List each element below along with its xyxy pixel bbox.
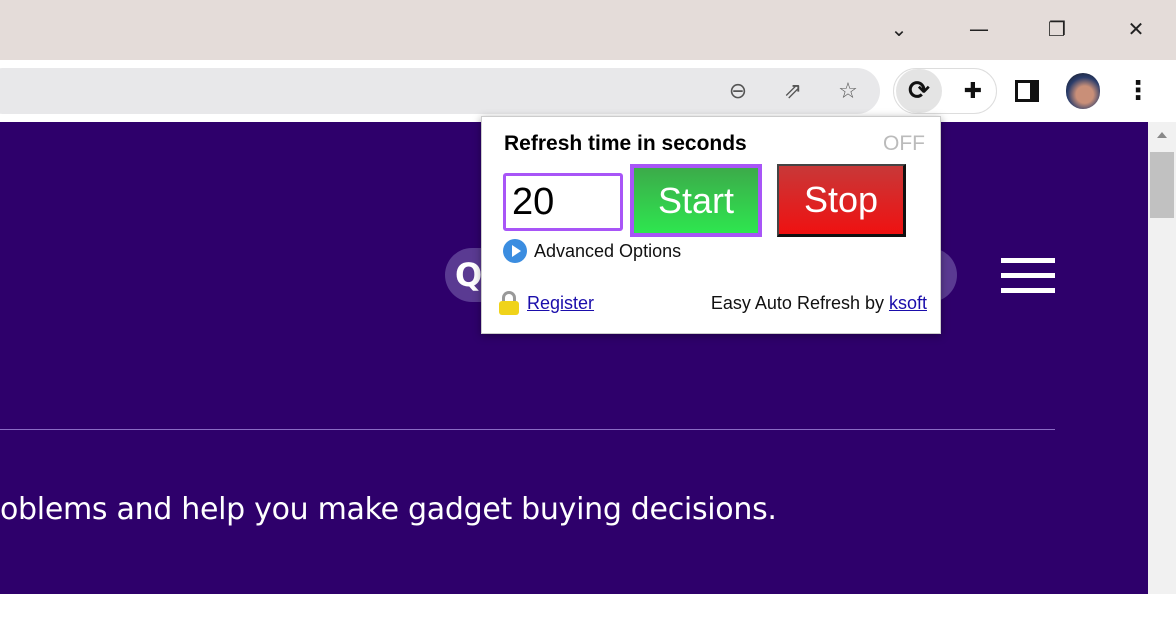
share-icon[interactable]: ⇗ — [776, 74, 810, 108]
chevron-down-icon[interactable]: ⌄ — [884, 14, 914, 44]
divider — [0, 429, 1055, 430]
scrollbar[interactable] — [1148, 122, 1176, 594]
more-icon[interactable]: ⋮ — [1121, 74, 1155, 108]
puzzle-icon[interactable]: ✚ — [956, 74, 990, 108]
popup-footer: Register Easy Auto Refresh by ksoft — [499, 291, 927, 315]
play-icon — [503, 239, 527, 263]
hamburger-menu-icon[interactable] — [1001, 258, 1055, 294]
refresh-extension-icon[interactable]: ⟳ — [896, 69, 942, 113]
popup-title: Refresh time in seconds — [504, 132, 747, 155]
advanced-options-toggle[interactable]: Advanced Options — [503, 239, 681, 263]
tagline-text: oblems and help you make gadget buying d… — [0, 492, 777, 527]
title-bar: ⌄ — ❐ ✕ — [0, 0, 1176, 60]
star-icon[interactable]: ☆ — [831, 74, 865, 108]
close-button[interactable]: ✕ — [1121, 14, 1151, 44]
lock-icon — [499, 291, 519, 315]
status-badge: OFF — [883, 132, 925, 155]
auto-refresh-popup: Refresh time in seconds OFF Start Stop A… — [481, 116, 941, 334]
side-panel-icon[interactable] — [1010, 74, 1044, 108]
register-link[interactable]: Register — [527, 293, 594, 314]
browser-toolbar: ⊖ ⇗ ☆ ⟳ ✚ ⋮ — [0, 60, 1176, 122]
avatar[interactable] — [1066, 73, 1100, 109]
start-button[interactable]: Start — [630, 164, 762, 237]
minimize-button[interactable]: — — [964, 14, 994, 44]
ksoft-link[interactable]: ksoft — [889, 293, 927, 314]
scroll-up-icon[interactable] — [1157, 132, 1167, 138]
restore-button[interactable]: ❐ — [1042, 14, 1072, 44]
scrollbar-thumb[interactable] — [1150, 152, 1174, 218]
search-icon: Q — [455, 256, 483, 294]
zoom-out-icon[interactable]: ⊖ — [721, 74, 755, 108]
stop-button[interactable]: Stop — [777, 164, 906, 237]
advanced-options-label: Advanced Options — [534, 240, 682, 261]
credit-text: Easy Auto Refresh by — [710, 292, 889, 313]
seconds-input[interactable] — [503, 173, 623, 231]
